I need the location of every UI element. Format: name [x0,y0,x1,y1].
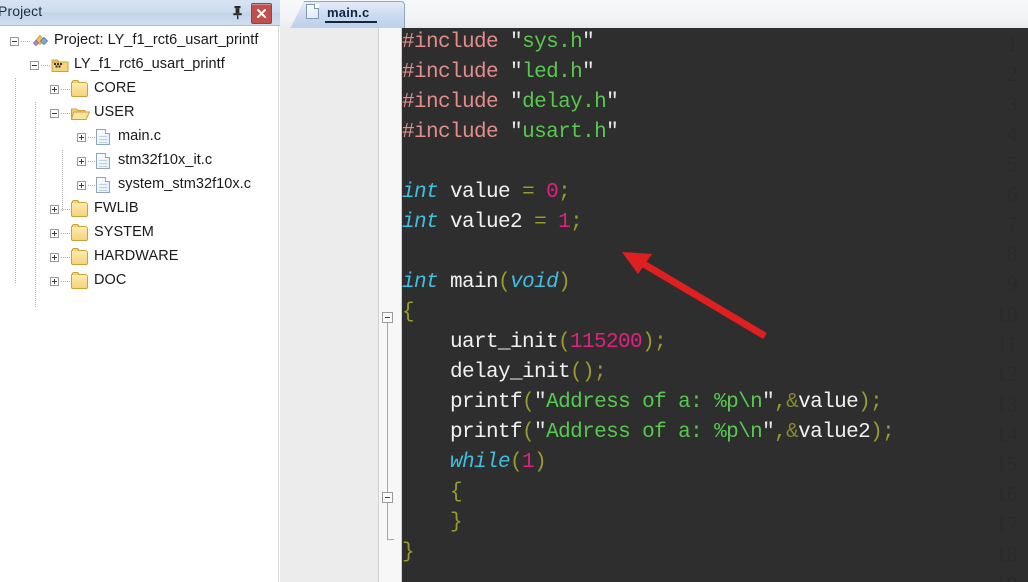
tree-expander[interactable] [10,37,19,46]
code-line-7[interactable]: int value2 = 1; [402,208,583,238]
tree-expander[interactable] [50,253,59,262]
project-icon [31,33,49,50]
c-file-icon [96,153,110,169]
code-line-4[interactable]: #include "usart.h" [402,118,619,148]
tree-expander[interactable] [50,205,59,214]
tree-expander[interactable] [30,61,39,70]
project-pane-title: Project [0,3,43,19]
folder-open-icon [70,106,91,121]
folder-icon [71,80,88,97]
tree-expander[interactable] [50,229,59,238]
tree-connector [88,185,96,186]
tree-connector [61,209,71,210]
fold-guide-line [387,323,388,512]
tree-item-label: CORE [94,80,137,96]
tree-connector [61,89,71,90]
c-file-icon [306,4,319,19]
tree-expander[interactable] [50,109,59,118]
tree-item-label: SYSTEM [94,224,154,240]
tree-expander[interactable] [77,157,86,166]
tree-expander[interactable] [77,133,86,142]
tree-connector [88,161,96,162]
code-line-17[interactable]: } [402,508,463,538]
code-editor[interactable]: 1 2 3 4 5 6 7 8 9 10 11 12 13 14 15 16 1… [280,28,1028,582]
editor-tabstrip: main.c [280,0,1028,29]
tree-expander[interactable] [50,85,59,94]
tree-item-label: stm32f10x_it.c [118,152,213,168]
tree-item-label: main.c [118,128,162,144]
tree-connector [62,150,63,212]
target-icon [51,58,69,73]
code-line-16[interactable]: { [402,478,463,508]
project-tree[interactable]: Project: LY_f1_rct6_usart_printf LY_f1_r… [0,26,279,582]
tab-active-underline [325,21,377,23]
fold-marker-line-16[interactable] [382,492,393,503]
code-line-1[interactable]: #include "sys.h" [402,28,595,58]
code-line-10[interactable]: { [402,298,415,328]
tree-item-label: HARDWARE [94,248,179,264]
code-line-6[interactable]: int value = 0; [402,178,571,208]
project-pane-titlebar: Project [0,0,280,26]
folder-icon [71,200,88,217]
code-line-18[interactable]: } [402,538,415,568]
code-line-9[interactable]: int main(void) [402,268,571,298]
folder-icon [71,224,88,241]
tree-item-label: USER [94,104,135,120]
close-icon[interactable] [251,3,272,24]
folder-icon [71,248,88,265]
c-file-icon [96,177,110,193]
fold-guide-end [387,539,394,540]
tab-main-c-label: main.c [327,5,370,20]
code-line-2[interactable]: #include "led.h" [402,58,595,88]
code-line-11[interactable]: uart_init(115200); [402,328,667,358]
tree-item-label: LY_f1_rct6_usart_printf [74,56,225,72]
code-line-14[interactable]: printf("Address of a: %p\n",&value2); [402,418,895,448]
tree-connector [88,137,96,138]
tree-item-label: FWLIB [94,200,139,216]
tree-connector [61,233,71,234]
tree-connector [35,102,36,308]
code-text-layer[interactable]: #include "sys.h" #include "led.h" #inclu… [402,28,1028,582]
tree-connector [15,78,16,284]
fold-guide-line [387,503,388,539]
code-line-3[interactable]: #include "delay.h" [402,88,619,118]
line-number-gutter [280,28,379,582]
tree-connector [61,113,71,114]
tree-connector [61,281,71,282]
code-line-13[interactable]: printf("Address of a: %p\n",&value); [402,388,883,418]
tree-item-label: Project: LY_f1_rct6_usart_printf [54,32,259,48]
tree-expander[interactable] [77,181,86,190]
pin-icon[interactable] [228,3,247,22]
c-file-icon [96,129,110,145]
fold-marker-line-10[interactable] [382,312,393,323]
editor-area: main.c 1 2 3 4 5 6 7 8 9 10 11 12 13 14 … [280,0,1028,582]
fold-guides [379,28,401,582]
project-pane: Project Project: LY_f1_rct6_usart_printf… [0,0,280,582]
code-line-12[interactable]: delay_init(); [402,358,607,388]
code-line-15[interactable]: while(1) [402,448,547,478]
tree-expander[interactable] [50,277,59,286]
keil-uvision-window: Project Project: LY_f1_rct6_usart_printf… [0,0,1028,582]
tree-item-label: DOC [94,272,127,288]
tree-item-label: system_stm32f10x.c [118,176,252,192]
tree-connector [61,257,71,258]
tree-connector [41,65,51,66]
tree-connector [21,41,31,42]
folder-icon [71,272,88,289]
